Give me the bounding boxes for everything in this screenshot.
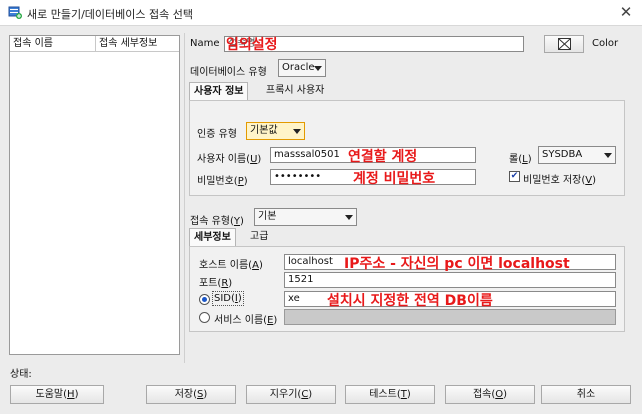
hostname-annotation: IP주소 - 자신의 pc 이면 localhost [344, 256, 570, 272]
test-button[interactable]: 테스트(T) [345, 385, 435, 404]
sid-annotation: 설치시 지정한 전역 DB이름 [327, 293, 493, 309]
role-label: 롤(L) [509, 154, 532, 165]
save-password-checkbox[interactable]: ✔ [509, 171, 520, 182]
status-label: 상태: [10, 369, 32, 380]
role-value: SYSDBA [542, 149, 583, 160]
save-button[interactable]: 저장(S) [146, 385, 236, 404]
database-type-label: 데이터베이스 유형 [190, 67, 267, 78]
name-label: Name [190, 38, 220, 49]
clear-button[interactable]: 지우기(C) [246, 385, 336, 404]
tab-advanced[interactable]: 고급 [246, 228, 272, 247]
sid-radio[interactable] [199, 294, 210, 305]
connection-type-value: 기본 [258, 211, 277, 222]
database-connection-icon [8, 6, 22, 19]
auth-type-select[interactable]: 기본값 [246, 122, 305, 140]
auth-type-value: 기본값 [250, 125, 278, 136]
color-swatch-icon [558, 38, 571, 50]
service-name-label: 서비스 이름(E) [214, 315, 278, 326]
tab-details[interactable]: 세부정보 [189, 228, 236, 247]
password-label: 비밀번호(P) [197, 176, 248, 187]
name-annotation: 임의설정 [226, 37, 278, 53]
password-annotation: 계정 비밀번호 [353, 171, 436, 187]
port-label: 포트(R) [199, 278, 233, 289]
connection-list[interactable]: 접속 이름 접속 세부정보 [9, 35, 180, 355]
chevron-down-icon [604, 153, 612, 158]
close-icon[interactable]: ✕ [616, 2, 636, 22]
chevron-down-icon [345, 215, 353, 220]
panel-divider [184, 33, 185, 363]
connection-type-label: 접속 유형(Y) [190, 216, 244, 227]
cancel-button[interactable]: 취소 [541, 385, 631, 404]
role-select[interactable]: SYSDBA [538, 146, 616, 164]
sid-label: SID(I) [212, 291, 244, 306]
help-button[interactable]: 도움말(H) [10, 385, 104, 404]
column-header-connection-detail[interactable]: 접속 세부정보 [96, 36, 179, 52]
column-header-connection-name[interactable]: 접속 이름 [10, 36, 96, 52]
tab-proxy-user[interactable]: 프록시 사용자 [262, 82, 328, 101]
username-label: 사용자 이름(U) [197, 154, 262, 165]
database-type-value: Oracle [282, 62, 315, 73]
connect-button[interactable]: 접속(O) [445, 385, 535, 404]
connection-type-select[interactable]: 기본 [254, 208, 357, 226]
hostname-label: 호스트 이름(A) [199, 260, 263, 271]
chevron-down-icon [314, 66, 322, 71]
port-input[interactable]: 1521 [284, 272, 616, 288]
database-type-select[interactable]: Oracle [278, 59, 326, 77]
auth-type-label: 인증 유형 [197, 129, 237, 140]
service-name-input[interactable] [284, 309, 616, 325]
save-password-label: 비밀번호 저장(V) [523, 175, 597, 186]
username-annotation: 연결할 계정 [348, 149, 418, 165]
chevron-down-icon [293, 129, 301, 134]
tab-user-info[interactable]: 사용자 정보 [189, 82, 249, 101]
window-title: 새로 만들기/데이터베이스 접속 선택 [27, 8, 193, 21]
color-button[interactable] [544, 35, 584, 53]
color-label: Color [592, 38, 619, 49]
service-name-radio[interactable] [199, 312, 210, 323]
